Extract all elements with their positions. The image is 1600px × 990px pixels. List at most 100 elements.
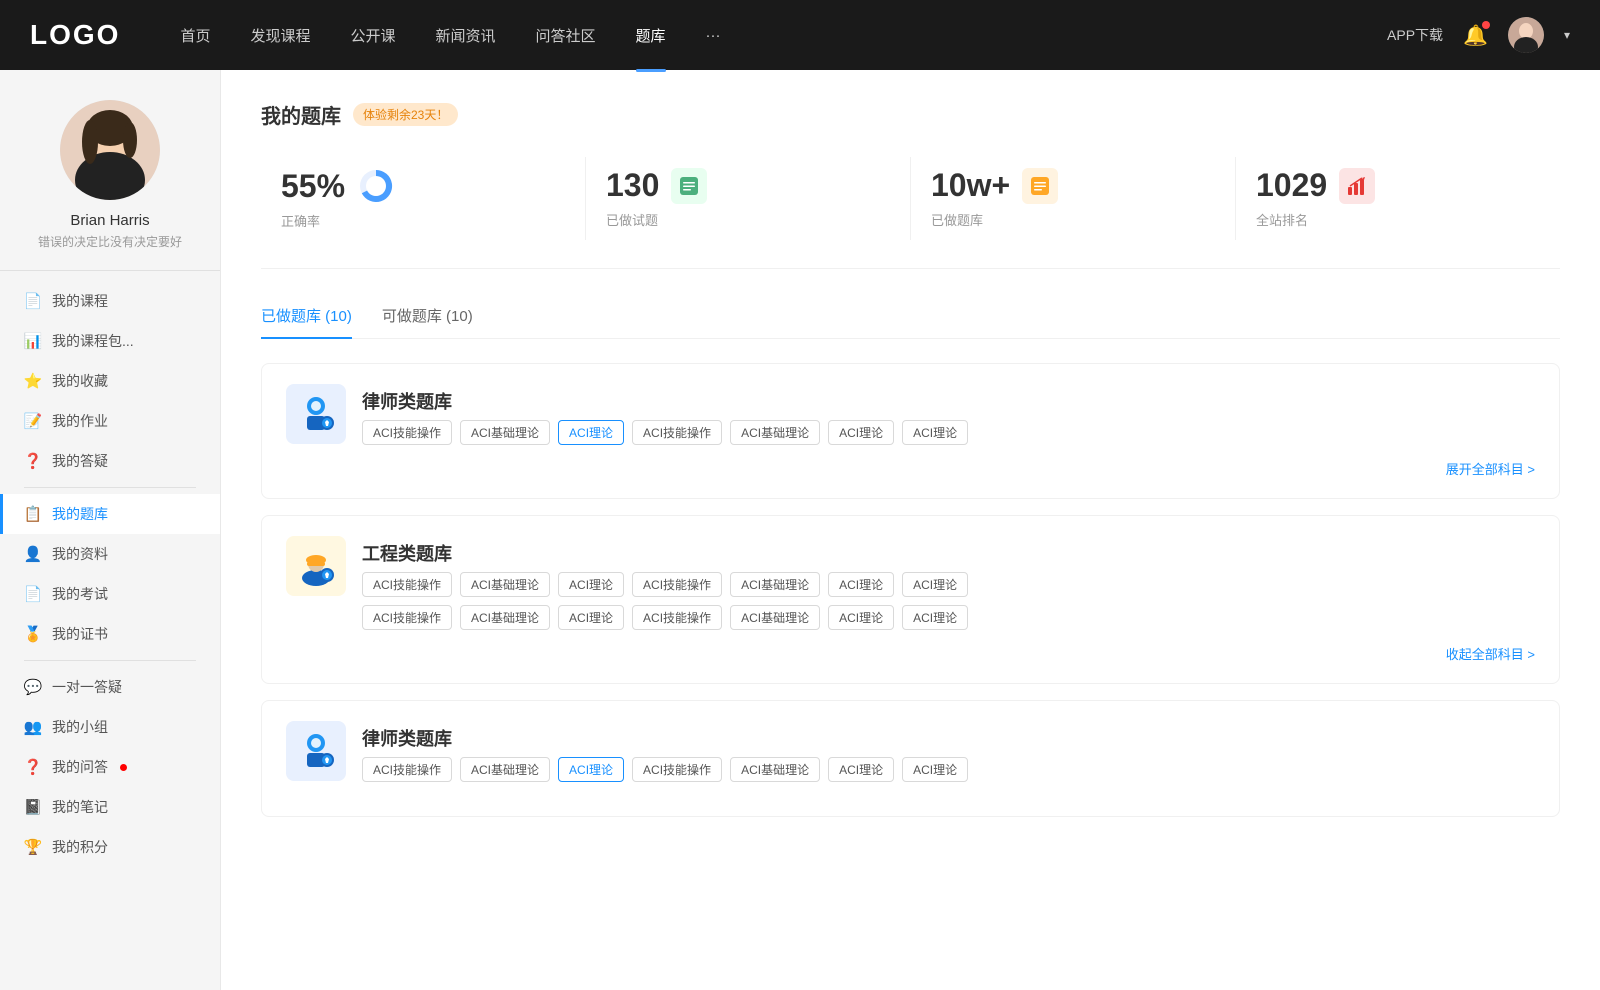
- menu-my-points[interactable]: 🏆 我的积分: [0, 827, 220, 867]
- tag-aci-theory-3[interactable]: ACI理论: [902, 420, 968, 445]
- menu-my-questionbank[interactable]: 📋 我的题库: [0, 494, 220, 534]
- stat-banks-label: 已做题库: [931, 210, 1215, 229]
- tag-aci-basic-theory-1[interactable]: ACI基础理论: [460, 420, 550, 445]
- logo[interactable]: LOGO: [30, 19, 120, 51]
- tabs: 已做题库 (10) 可做题库 (10): [261, 299, 1560, 339]
- user-menu-chevron[interactable]: ▾: [1564, 28, 1570, 42]
- nav-news[interactable]: 新闻资讯: [436, 21, 496, 50]
- bank-card-lawyer-2-title: 律师类题库: [362, 725, 968, 751]
- law2-tag-1[interactable]: ACI技能操作: [362, 757, 452, 782]
- menu-my-courses[interactable]: 📄 我的课程: [0, 281, 220, 321]
- stat-banks-value: 10w+: [931, 167, 1010, 204]
- eng-tag-8[interactable]: ACI技能操作: [362, 605, 452, 630]
- nav-discover[interactable]: 发现课程: [250, 21, 310, 50]
- nav-opencourse[interactable]: 公开课: [350, 21, 395, 50]
- notes-icon: 📓: [24, 798, 42, 816]
- eng-tag-12[interactable]: ACI基础理论: [730, 605, 820, 630]
- expand-lawyer-1[interactable]: 展开全部科目 >: [286, 459, 1535, 478]
- eng-tag-14[interactable]: ACI理论: [902, 605, 968, 630]
- stat-accuracy-label: 正确率: [281, 211, 565, 230]
- qa-icon: ❓: [24, 758, 42, 776]
- menu-my-group[interactable]: 👥 我的小组: [0, 707, 220, 747]
- stat-accuracy-value: 55%: [281, 168, 345, 205]
- eng-tag-7[interactable]: ACI理论: [902, 572, 968, 597]
- eng-tag-2[interactable]: ACI基础理论: [460, 572, 550, 597]
- menu-my-certificates[interactable]: 🏅 我的证书: [0, 614, 220, 654]
- menu-divider-2: [24, 660, 196, 661]
- nav-menu: 首页 发现课程 公开课 新闻资讯 问答社区 题库 ···: [180, 21, 1387, 50]
- tag-aci-theory-2[interactable]: ACI理论: [828, 420, 894, 445]
- law2-tag-6[interactable]: ACI理论: [828, 757, 894, 782]
- points-icon: 🏆: [24, 838, 42, 856]
- law2-tag-2[interactable]: ACI基础理论: [460, 757, 550, 782]
- law2-tag-7[interactable]: ACI理论: [902, 757, 968, 782]
- nav-qa[interactable]: 问答社区: [536, 21, 596, 50]
- stat-done-value: 130: [606, 167, 659, 204]
- bank-card-lawyer-2: 律师类题库 ACI技能操作 ACI基础理论 ACI理论 ACI技能操作 ACI基…: [261, 700, 1560, 817]
- bank-card-lawyer-2-tags: ACI技能操作 ACI基础理论 ACI理论 ACI技能操作 ACI基础理论 AC…: [362, 757, 968, 782]
- qa-red-dot: [120, 764, 127, 771]
- lawyer-bank-icon-2: [286, 721, 346, 781]
- eng-tag-1[interactable]: ACI技能操作: [362, 572, 452, 597]
- bank-card-lawyer-1: 律师类题库 ACI技能操作 ACI基础理论 ACI理论 ACI技能操作 ACI基…: [261, 363, 1560, 499]
- tag-aci-basic-theory-2[interactable]: ACI基础理论: [730, 420, 820, 445]
- bank-card-lawyer-1-tags: ACI技能操作 ACI基础理论 ACI理论 ACI技能操作 ACI基础理论 AC…: [362, 420, 968, 445]
- eng-tag-5[interactable]: ACI基础理论: [730, 572, 820, 597]
- eng-tag-4[interactable]: ACI技能操作: [632, 572, 722, 597]
- bank-card-engineer-tags-row2: ACI技能操作 ACI基础理论 ACI理论 ACI技能操作 ACI基础理论 AC…: [362, 605, 1535, 630]
- tab-done-banks[interactable]: 已做题库 (10): [261, 299, 352, 338]
- main-content: 我的题库 体验剩余23天！ 55% 正确率: [220, 70, 1600, 990]
- notification-bell[interactable]: 🔔: [1463, 23, 1488, 48]
- law2-tag-active[interactable]: ACI理论: [558, 757, 624, 782]
- eng-tag-10[interactable]: ACI理论: [558, 605, 624, 630]
- nav-more[interactable]: ···: [706, 23, 721, 48]
- tab-available-banks[interactable]: 可做题库 (10): [382, 299, 473, 338]
- tag-aci-skill-op-1[interactable]: ACI技能操作: [362, 420, 452, 445]
- eng-tag-13[interactable]: ACI理论: [828, 605, 894, 630]
- collapse-engineer[interactable]: 收起全部科目 >: [286, 644, 1535, 663]
- group-icon: 👥: [24, 718, 42, 736]
- bank-card-engineer: 工程类题库 ACI技能操作 ACI基础理论 ACI理论 ACI技能操作 ACI基…: [261, 515, 1560, 684]
- bank-card-engineer-tags-row1: ACI技能操作 ACI基础理论 ACI理论 ACI技能操作 ACI基础理论 AC…: [362, 572, 1535, 597]
- eng-tag-11[interactable]: ACI技能操作: [632, 605, 722, 630]
- my-courses-icon: 📄: [24, 292, 42, 310]
- exams-icon: 📄: [24, 585, 42, 603]
- menu-my-homework[interactable]: 📝 我的作业: [0, 401, 220, 441]
- nav-home[interactable]: 首页: [180, 21, 210, 50]
- notification-badge: [1482, 21, 1490, 29]
- chart-red-icon: [1339, 168, 1375, 204]
- homework-icon: 📝: [24, 412, 42, 430]
- eng-tag-3[interactable]: ACI理论: [558, 572, 624, 597]
- sidebar: Brian Harris 错误的决定比没有决定要好 📄 我的课程 📊 我的课程包…: [0, 70, 220, 990]
- menu-one-on-one[interactable]: 💬 一对一答疑: [0, 667, 220, 707]
- bank-card-lawyer-1-title: 律师类题库: [362, 388, 968, 414]
- tag-aci-skill-op-2[interactable]: ACI技能操作: [632, 420, 722, 445]
- app-download-button[interactable]: APP下载: [1387, 25, 1443, 45]
- eng-tag-9[interactable]: ACI基础理论: [460, 605, 550, 630]
- navbar: LOGO 首页 发现课程 公开课 新闻资讯 问答社区 题库 ··· APP下载 …: [0, 0, 1600, 70]
- menu-my-course-packages[interactable]: 📊 我的课程包...: [0, 321, 220, 361]
- doc-green-icon: [671, 168, 707, 204]
- stat-rank-label: 全站排名: [1256, 210, 1540, 229]
- bank-card-lawyer-2-header: 律师类题库 ACI技能操作 ACI基础理论 ACI理论 ACI技能操作 ACI基…: [286, 721, 1535, 782]
- stat-accuracy: 55% 正确率: [261, 157, 586, 240]
- eng-tag-6[interactable]: ACI理论: [828, 572, 894, 597]
- bank-card-engineer-title: 工程类题库: [362, 540, 1535, 566]
- tag-aci-theory-active-1[interactable]: ACI理论: [558, 420, 624, 445]
- bank-card-lawyer-1-header: 律师类题库 ACI技能操作 ACI基础理论 ACI理论 ACI技能操作 ACI基…: [286, 384, 1535, 445]
- one-on-one-icon: 💬: [24, 678, 42, 696]
- pie-chart-icon: [357, 167, 395, 205]
- menu-my-qa[interactable]: ❓ 我的问答: [0, 747, 220, 787]
- stat-done-label: 已做试题: [606, 210, 890, 229]
- menu-my-exams[interactable]: 📄 我的考试: [0, 574, 220, 614]
- menu-my-notes[interactable]: 📓 我的笔记: [0, 787, 220, 827]
- law2-tag-4[interactable]: ACI技能操作: [632, 757, 722, 782]
- user-avatar-nav[interactable]: [1508, 17, 1544, 53]
- menu-my-questions[interactable]: ❓ 我的答疑: [0, 441, 220, 481]
- law2-tag-5[interactable]: ACI基础理论: [730, 757, 820, 782]
- nav-questionbank[interactable]: 题库: [636, 21, 666, 50]
- sidebar-menu: 📄 我的课程 📊 我的课程包... ⭐ 我的收藏 📝 我的作业 ❓ 我的答疑 �: [0, 271, 220, 877]
- menu-my-favorites[interactable]: ⭐ 我的收藏: [0, 361, 220, 401]
- menu-my-profile[interactable]: 👤 我的资料: [0, 534, 220, 574]
- stat-done-questions: 130 已做试题: [586, 157, 911, 240]
